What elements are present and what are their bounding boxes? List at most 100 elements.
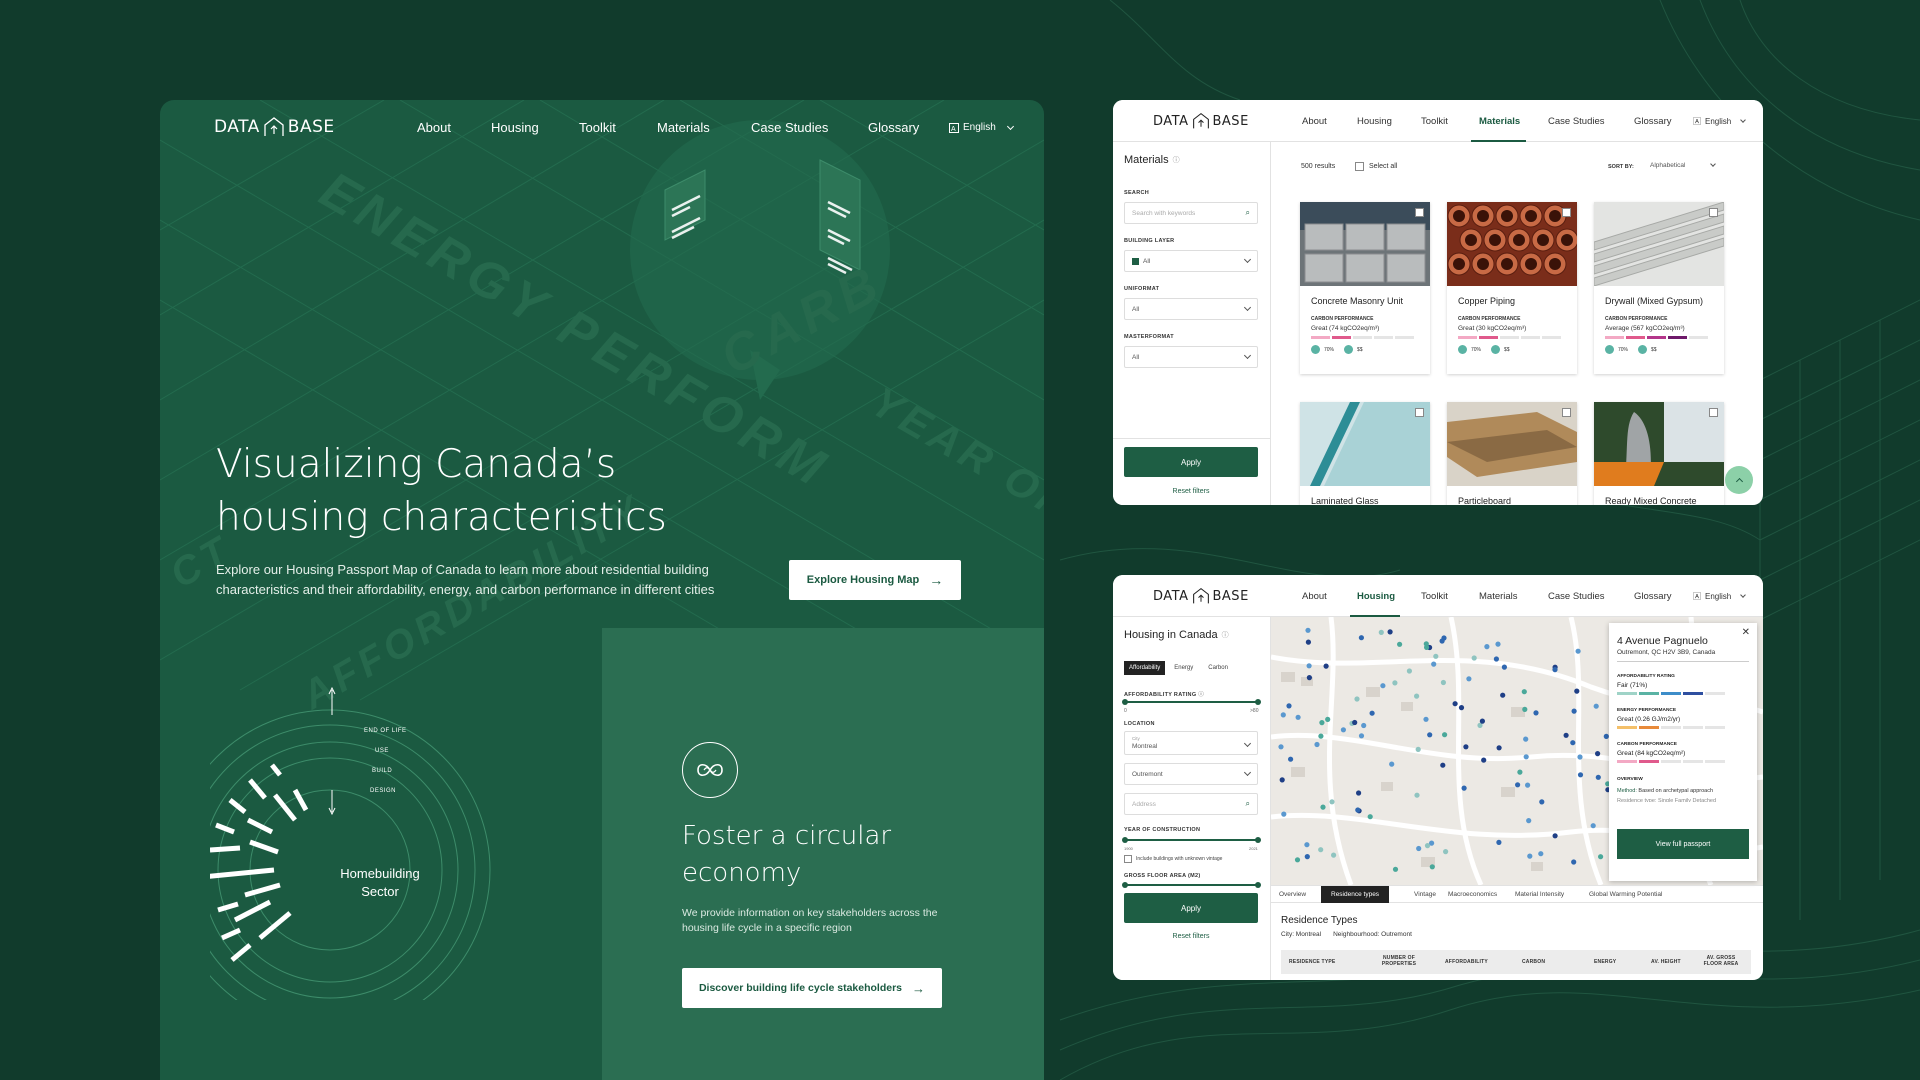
affordability-slider[interactable] <box>1124 701 1258 703</box>
map-building-dot[interactable] <box>1484 644 1490 650</box>
nav-housing[interactable]: Housing <box>1357 116 1392 127</box>
map-building-dot[interactable] <box>1433 653 1439 659</box>
map-building-dot[interactable] <box>1288 756 1294 762</box>
address-input[interactable]: Address ⌕ <box>1124 793 1258 815</box>
reset-filters-link[interactable]: Reset filters <box>1124 488 1258 495</box>
map-building-dot[interactable] <box>1522 706 1528 712</box>
map-building-dot[interactable] <box>1552 833 1558 839</box>
slider-knob-min[interactable] <box>1122 882 1128 888</box>
map-building-dot[interactable] <box>1361 722 1367 729</box>
nav-case-studies[interactable]: Case Studies <box>1548 591 1605 602</box>
close-icon[interactable]: ✕ <box>1742 627 1750 638</box>
map-building-dot[interactable] <box>1286 703 1292 709</box>
map-building-dot[interactable] <box>1517 769 1523 775</box>
nav-toolkit[interactable]: Toolkit <box>1421 116 1448 127</box>
neighbourhood-select[interactable]: Outremont <box>1124 763 1258 785</box>
tab-global-warming[interactable]: Global Warming Potential <box>1589 891 1662 898</box>
map-building-dot[interactable] <box>1392 680 1398 686</box>
nav-materials[interactable]: Materials <box>657 120 710 135</box>
map-building-dot[interactable] <box>1414 693 1420 699</box>
map-building-dot[interactable] <box>1319 720 1325 726</box>
map-building-dot[interactable] <box>1466 676 1472 682</box>
map-building-dot[interactable] <box>1356 790 1362 796</box>
material-card[interactable]: Particleboard <box>1447 402 1577 505</box>
map-building-dot[interactable] <box>1598 854 1604 860</box>
map-building-dot[interactable] <box>1574 688 1580 694</box>
search-input[interactable]: Search with keywords ⌕ <box>1124 202 1258 224</box>
tab-material-intensity[interactable]: Material Intensity <box>1515 891 1564 898</box>
card-checkbox[interactable] <box>1562 208 1571 217</box>
map-building-dot[interactable] <box>1439 638 1445 644</box>
map-building-dot[interactable] <box>1593 703 1599 709</box>
apply-button[interactable]: Apply <box>1124 893 1258 923</box>
map-building-dot[interactable] <box>1416 845 1422 852</box>
year-slider[interactable] <box>1124 839 1258 841</box>
nav-housing[interactable]: Housing <box>491 120 539 135</box>
map-building-dot[interactable] <box>1295 714 1301 720</box>
map-building-dot[interactable] <box>1358 733 1365 739</box>
nav-toolkit[interactable]: Toolkit <box>579 120 616 135</box>
city-select[interactable]: City Montreal <box>1124 731 1258 755</box>
discover-stakeholders-button[interactable]: Discover building life cycle stakeholder… <box>682 968 942 1008</box>
map-building-dot[interactable] <box>1563 732 1569 738</box>
material-card[interactable]: Drywall (Mixed Gypsum) CARBON PERFORMANC… <box>1594 202 1724 374</box>
map-building-dot[interactable] <box>1525 782 1531 788</box>
map-building-dot[interactable] <box>1423 716 1429 722</box>
map-building-dot[interactable] <box>1501 664 1507 670</box>
map-building-dot[interactable] <box>1500 692 1506 698</box>
map-building-dot[interactable] <box>1595 751 1601 757</box>
map-building-dot[interactable] <box>1570 740 1576 746</box>
material-card[interactable]: Laminated Glass <box>1300 402 1430 505</box>
map-building-dot[interactable] <box>1571 859 1577 865</box>
map-building-dot[interactable] <box>1378 629 1384 635</box>
slider-knob-min[interactable] <box>1122 837 1128 843</box>
map-building-dot[interactable] <box>1304 854 1310 860</box>
map-building-dot[interactable] <box>1329 799 1335 805</box>
map-building-dot[interactable] <box>1323 663 1329 669</box>
tab-macroeconomics[interactable]: Macroeconomics <box>1448 891 1497 898</box>
map-building-dot[interactable] <box>1380 683 1386 689</box>
map-building-dot[interactable] <box>1423 641 1429 647</box>
map-building-dot[interactable] <box>1304 842 1310 848</box>
map-building-dot[interactable] <box>1440 762 1446 768</box>
map-building-dot[interactable] <box>1331 852 1337 858</box>
nav-glossary[interactable]: Glossary <box>1634 591 1671 602</box>
gfa-slider[interactable] <box>1124 884 1258 886</box>
nav-glossary[interactable]: Glossary <box>1634 116 1671 127</box>
map-building-dot[interactable] <box>1279 777 1285 783</box>
map-building-dot[interactable] <box>1340 727 1346 733</box>
apply-button[interactable]: Apply <box>1124 447 1258 477</box>
map-building-dot[interactable] <box>1495 641 1501 647</box>
tab-vintage[interactable]: Vintage <box>1414 891 1436 898</box>
map-building-dot[interactable] <box>1577 772 1584 778</box>
map-building-dot[interactable] <box>1577 754 1583 760</box>
map-building-dot[interactable] <box>1443 849 1449 855</box>
map-building-dot[interactable] <box>1479 718 1485 724</box>
nav-about[interactable]: About <box>417 120 451 135</box>
map-building-dot[interactable] <box>1278 744 1284 750</box>
nav-case-studies[interactable]: Case Studies <box>1548 116 1605 127</box>
map-building-dot[interactable] <box>1355 807 1361 813</box>
map-building-dot[interactable] <box>1306 675 1312 681</box>
map-building-dot[interactable] <box>1306 663 1312 669</box>
slider-knob-max[interactable] <box>1255 837 1261 843</box>
logo[interactable]: DATA BASE <box>1153 587 1249 605</box>
card-checkbox[interactable] <box>1562 408 1571 417</box>
nav-case-studies[interactable]: Case Studies <box>751 120 828 135</box>
nav-glossary[interactable]: Glossary <box>868 120 919 135</box>
tab-residence-types[interactable]: Residence types <box>1321 886 1390 903</box>
map-building-dot[interactable] <box>1406 668 1412 674</box>
map-building-dot[interactable] <box>1590 823 1596 829</box>
language-selector[interactable]: 🄰 English <box>1693 591 1747 602</box>
logo[interactable]: DATA BASE <box>1153 112 1249 130</box>
map-building-dot[interactable] <box>1294 857 1301 863</box>
reset-filters-link[interactable]: Reset filters <box>1124 933 1258 940</box>
card-checkbox[interactable] <box>1709 408 1718 417</box>
sort-select[interactable]: Alphabetical <box>1650 161 1717 169</box>
nav-toolkit[interactable]: Toolkit <box>1421 591 1448 602</box>
logo[interactable]: DATA BASE <box>214 116 335 138</box>
map-building-dot[interactable] <box>1392 866 1399 872</box>
tab-energy[interactable]: Energy <box>1165 661 1202 675</box>
tab-affordability[interactable]: Affordability <box>1124 661 1166 675</box>
map-building-dot[interactable] <box>1452 701 1458 707</box>
